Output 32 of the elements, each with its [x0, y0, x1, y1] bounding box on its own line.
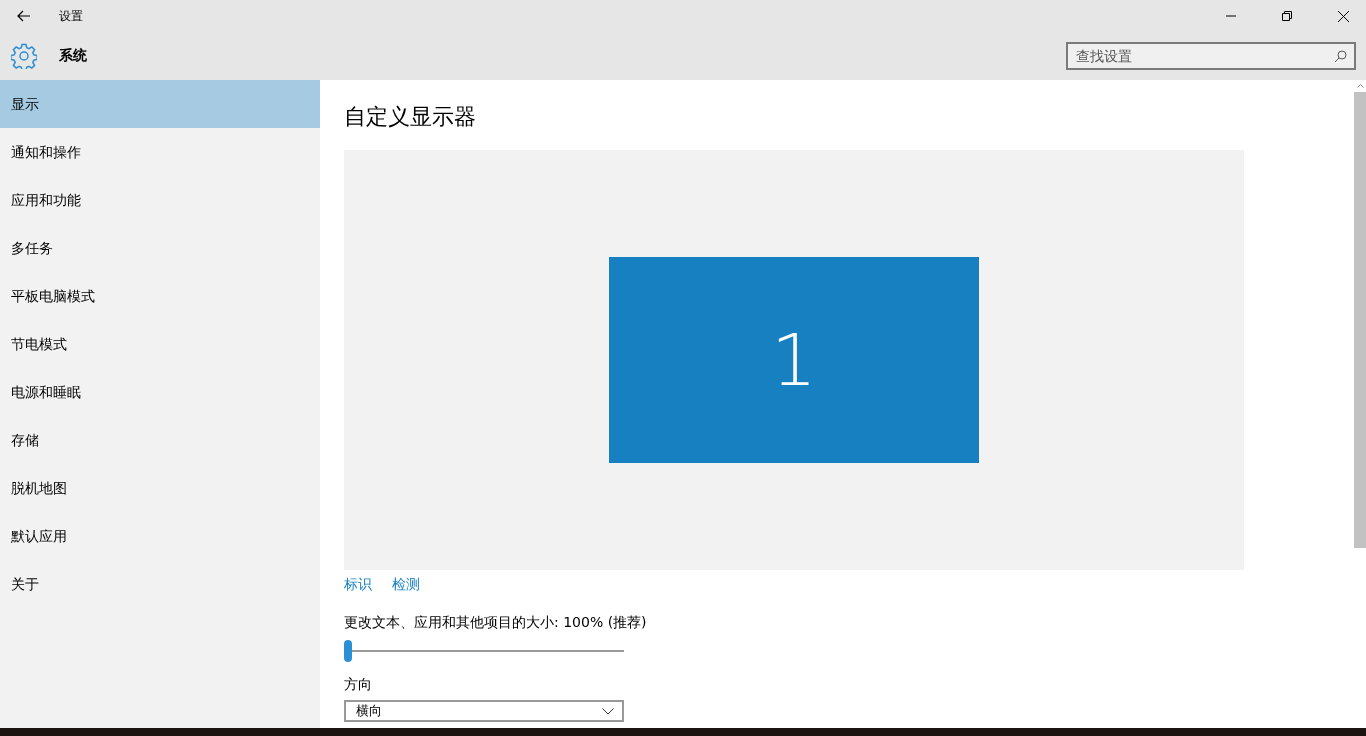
slider-thumb[interactable] — [344, 640, 352, 662]
close-icon[interactable] — [1338, 10, 1349, 22]
orientation-dropdown[interactable]: 横向 — [344, 700, 624, 722]
window-title: 设置 — [59, 7, 83, 25]
orientation-label: 方向 — [344, 676, 372, 694]
sidebar-item[interactable]: 多任务 — [0, 224, 320, 272]
sidebar-item[interactable]: 脱机地图 — [0, 464, 320, 512]
scroll-up-icon[interactable] — [1356, 84, 1364, 88]
scrollbar-thumb[interactable] — [1354, 92, 1366, 548]
scrollbar[interactable] — [1354, 80, 1366, 728]
sidebar-item[interactable]: 电源和睡眠 — [0, 368, 320, 416]
link[interactable]: 标识 — [344, 576, 372, 594]
page-title: 系统 — [59, 47, 87, 65]
sidebar-item[interactable]: 默认应用 — [0, 512, 320, 560]
monitor-number: 1 — [771, 318, 817, 402]
sidebar-item[interactable]: 应用和功能 — [0, 176, 320, 224]
sidebar-item[interactable]: 通知和操作 — [0, 128, 320, 176]
sidebar-item[interactable]: 平板电脑模式 — [0, 272, 320, 320]
monitor-tile[interactable]: 1 — [609, 257, 979, 463]
sidebar-item[interactable]: 节电模式 — [0, 320, 320, 368]
scale-label: 更改文本、应用和其他项目的大小: 100% (推荐) — [344, 614, 647, 632]
sidebar-item[interactable]: 显示 — [0, 80, 320, 128]
restore-icon[interactable] — [1282, 11, 1292, 21]
search-icon[interactable] — [1334, 50, 1347, 63]
sidebar-item[interactable]: 关于 — [0, 560, 320, 608]
sidebar-item[interactable]: 存储 — [0, 416, 320, 464]
back-arrow-icon[interactable] — [17, 10, 31, 22]
settings-icon — [11, 43, 37, 69]
search-field[interactable]: 查找设置 — [1066, 42, 1356, 70]
section-heading: 自定义显示器 — [344, 103, 476, 131]
chevron-down-icon — [602, 707, 614, 715]
link[interactable]: 检测 — [392, 576, 420, 594]
